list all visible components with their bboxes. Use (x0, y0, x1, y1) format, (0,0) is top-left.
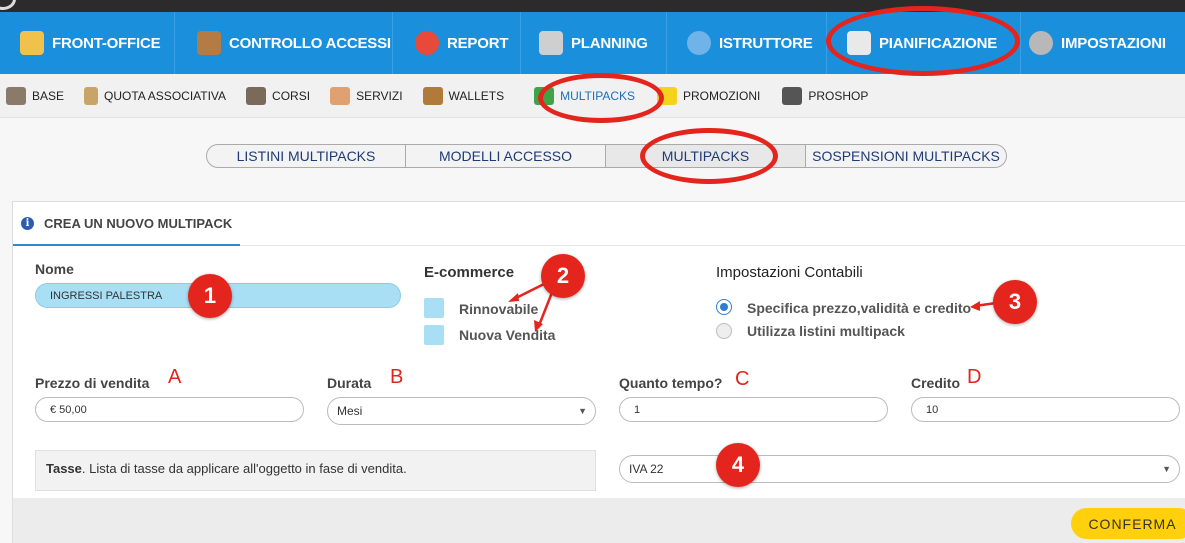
sub-nav-wallets[interactable]: WALLETS (422, 86, 504, 105)
rinnovabile-checkbox[interactable] (424, 298, 444, 318)
durata-label: Durata (327, 375, 372, 391)
quanto-tempo-input[interactable]: 1 (619, 397, 888, 422)
nuova-vendita-checkbox[interactable] (424, 325, 444, 345)
tasse-value: IVA 22 (629, 462, 664, 476)
specifica-prezzo-radio[interactable] (716, 299, 732, 315)
highlight-oval-pianificazione (826, 6, 1020, 76)
handshake-icon (330, 86, 351, 105)
nome-label: Nome (35, 261, 74, 277)
durata-value: Mesi (337, 404, 363, 418)
calendar-grid-icon (539, 31, 563, 55)
wallet-icon (422, 86, 443, 105)
ecommerce-label: E-commerce (424, 264, 515, 281)
durata-select[interactable]: Mesi ▼ (327, 397, 596, 425)
sub-nav-promozioni[interactable]: PROMOZIONI (657, 86, 760, 105)
tab-modelli-accesso[interactable]: MODELLI ACCESSO (406, 145, 606, 167)
quanto-tempo-label: Quanto tempo? (619, 375, 723, 391)
door-icon (197, 31, 221, 55)
impostazioni-contabili-label: Impostazioni Contabili (716, 264, 863, 281)
clipboard-icon (84, 86, 99, 105)
annotation-badge-2: 2 (541, 254, 585, 298)
rinnovabile-label: Rinnovabile (459, 301, 539, 317)
main-nav-front-office[interactable]: FRONT-OFFICE (0, 12, 175, 74)
credito-input[interactable]: 10 (911, 397, 1180, 422)
specifica-prezzo-label: Specifica prezzo,validità e credito (747, 300, 972, 316)
annotation-badge-1: 1 (188, 274, 232, 318)
panel-title: i CREA UN NUOVO MULTIPACK (13, 202, 241, 246)
tasse-title: Tasse (46, 461, 82, 476)
annotation-letter-d: D (967, 366, 982, 388)
tasse-text: . Lista di tasse da applicare all'oggett… (81, 461, 407, 476)
sub-nav-base[interactable]: BASE (6, 86, 64, 105)
tab-bar: LISTINI MULTIPACKS MODELLI ACCESSO MULTI… (206, 144, 1007, 168)
boxes-icon (6, 86, 26, 105)
main-nav-report[interactable]: REPORT (393, 12, 521, 74)
utilizza-listini-radio[interactable] (716, 323, 732, 339)
sub-nav-proshop[interactable]: PROSHOP (782, 86, 868, 105)
main-nav-controllo-accessi[interactable]: CONTROLLO ACCESSI (175, 12, 393, 74)
tasse-select[interactable]: IVA 22 ▼ (619, 455, 1180, 483)
cash-register-icon (782, 86, 803, 105)
tab-listini-multipacks[interactable]: LISTINI MULTIPACKS (207, 145, 406, 167)
shoes-icon (246, 86, 267, 105)
trainers-icon (687, 31, 711, 55)
sub-nav-servizi[interactable]: SERVIZI (330, 86, 403, 105)
sub-nav-quota-associativa[interactable]: QUOTA ASSOCIATIVA (84, 86, 226, 105)
nuova-vendita-label: Nuova Vendita (459, 327, 556, 343)
highlight-oval-multipacks-tab (640, 128, 778, 184)
annotation-letter-c: C (735, 368, 750, 390)
chevron-down-icon: ▼ (1162, 464, 1171, 474)
prezzo-input[interactable]: € 50,00 (35, 397, 304, 422)
annotation-letter-a: A (168, 366, 182, 388)
info-icon: i (21, 216, 34, 230)
user-icon (20, 31, 44, 55)
app-logo-icon (0, 0, 16, 10)
annotation-badge-4: 4 (716, 443, 760, 487)
tasse-description: Tasse. Lista di tasse da applicare all'o… (35, 450, 596, 491)
chevron-down-icon: ▼ (578, 406, 587, 416)
main-nav-istruttore[interactable]: ISTRUTTORE (667, 12, 827, 74)
panel-footer: CONFERMA (13, 498, 1185, 543)
pie-chart-icon (415, 31, 439, 55)
create-multipack-panel: i CREA UN NUOVO MULTIPACK Nome INGRESSI P… (12, 201, 1185, 543)
credito-label: Credito (911, 375, 960, 391)
tab-sospensioni-multipacks[interactable]: SOSPENSIONI MULTIPACKS (806, 145, 1006, 167)
gear-icon (1029, 31, 1053, 55)
utilizza-listini-label: Utilizza listini multipack (747, 323, 905, 339)
top-bar (0, 0, 1185, 12)
conferma-button[interactable]: CONFERMA (1071, 508, 1185, 539)
annotation-letter-b: B (390, 366, 404, 388)
main-nav-planning[interactable]: PLANNING (521, 12, 667, 74)
panel-header: i CREA UN NUOVO MULTIPACK (13, 202, 1185, 246)
sub-nav-corsi[interactable]: CORSI (246, 86, 310, 105)
annotation-badge-3: 3 (993, 280, 1037, 324)
main-nav-impostazioni[interactable]: IMPOSTAZIONI (1021, 12, 1185, 74)
highlight-oval-multipacks-subnav (538, 73, 664, 123)
prezzo-label: Prezzo di vendita (35, 375, 150, 391)
